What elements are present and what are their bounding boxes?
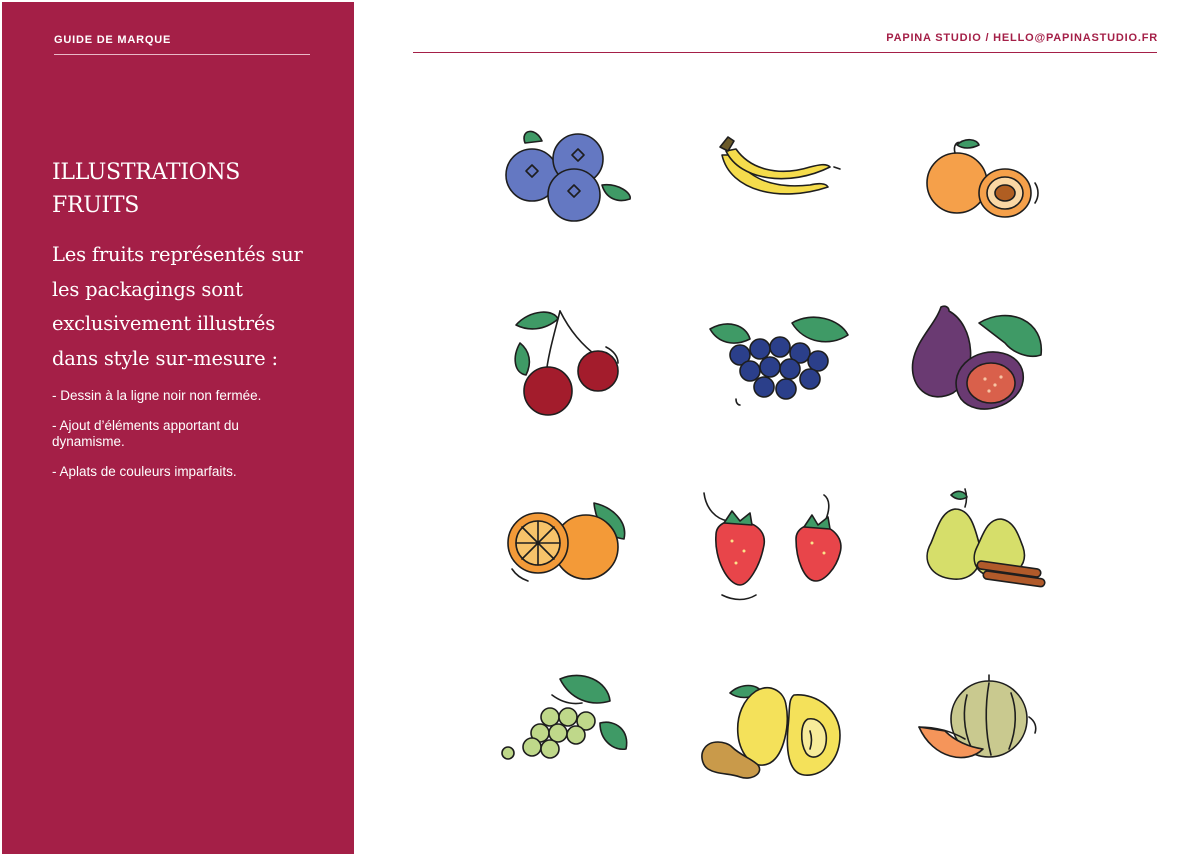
grapes-icon: [490, 665, 640, 795]
pears-cinnamon-icon: [905, 485, 1055, 615]
orange-icon: [490, 485, 640, 615]
fig-icon: [905, 295, 1055, 425]
section-title: ILLUSTRATIONS FRUITS: [52, 156, 312, 222]
header-divider: [413, 52, 1157, 53]
apricot-icon: [905, 115, 1055, 245]
style-rule-item: - Dessin à la ligne noir non fermée.: [52, 388, 262, 403]
blueberries-icon: [490, 115, 640, 245]
bananas-icon: [700, 115, 850, 245]
cherries-icon: [490, 295, 640, 425]
document-label: GUIDE DE MARQUE: [54, 34, 172, 46]
melon-icon: [905, 665, 1055, 795]
style-rule-item: - Aplats de couleurs imparfaits.: [52, 464, 237, 479]
section-title-line-2: FRUITS: [52, 193, 140, 218]
style-rules-list: - Dessin à la ligne noir non fermée. - A…: [52, 388, 314, 494]
studio-contact: PAPINA STUDIO / HELLO@PAPINASTUDIO.FR: [886, 32, 1158, 44]
style-rule-item: - Ajout d’éléments apportant du dynamism…: [52, 418, 239, 449]
sidebar-panel: GUIDE DE MARQUE ILLUSTRATIONS FRUITS Les…: [2, 2, 354, 854]
section-title-line-1: ILLUSTRATIONS: [52, 160, 241, 185]
blackcurrants-icon: [700, 295, 850, 425]
quince-ginger-icon: [700, 665, 850, 795]
strawberries-icon: [700, 485, 850, 615]
sidebar-divider: [54, 54, 310, 55]
lead-paragraph: Les fruits représentés sur les packaging…: [52, 243, 303, 370]
